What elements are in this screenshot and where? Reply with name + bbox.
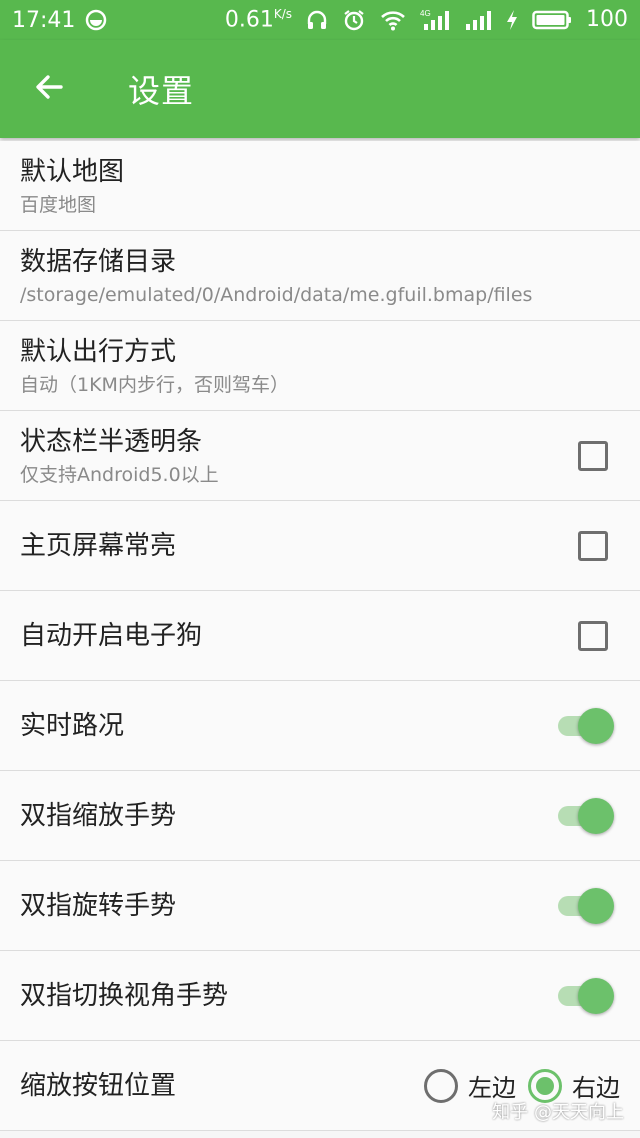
wifi-icon [380,9,406,31]
switch-thumb [578,977,614,1014]
setting-value: 百度地图 [20,193,97,216]
pinch-zoom-switch[interactable] [556,796,616,836]
setting-title: 主页屏幕常亮 [20,530,177,561]
switch-thumb [578,797,614,834]
translucent-status-bar-checkbox[interactable] [578,440,608,471]
setting-value: 自动（1KM内步行，否则驾车） [20,373,289,396]
back-button[interactable] [0,40,98,138]
setting-tilt-gesture[interactable]: 双指切换视角手势 [0,951,640,1041]
setting-title: 双指缩放手势 [20,800,177,831]
real-time-traffic-switch[interactable] [556,706,616,746]
watermark: 知乎 @天天向上 [492,1102,624,1123]
radio-selected-dot [536,1076,554,1095]
network-speed: 0.61K/s [224,7,292,33]
setting-title: 双指切换视角手势 [20,980,229,1011]
setting-title: 默认地图 [20,156,125,187]
setting-title: 自动开启电子狗 [20,620,203,651]
svg-text:4G: 4G [420,9,431,18]
arrow-left-icon [33,71,65,107]
setting-translucent-status-bar[interactable]: 状态栏半透明条 仅支持Android5.0以上 [0,411,640,501]
status-time: 17:41 [12,7,76,33]
switch-thumb [578,707,614,744]
setting-real-time-traffic[interactable]: 实时路况 [0,681,640,771]
settings-list: 默认地图 百度地图 数据存储目录 /storage/emulated/0/And… [0,141,640,1131]
status-bar: 17:41 0.61K/s 4G 100 [0,0,640,40]
headphones-icon [306,9,328,31]
radio-left[interactable] [424,1068,458,1103]
setting-title: 缩放按钮位置 [20,1070,177,1101]
setting-value: 仅支持Android5.0以上 [20,463,219,486]
app-notification-icon [85,9,107,31]
setting-title: 状态栏半透明条 [20,426,203,457]
setting-keep-screen-on[interactable]: 主页屏幕常亮 [0,501,640,591]
setting-title: 数据存储目录 [20,246,177,277]
cell-signal-icon [464,8,492,32]
setting-default-travel-mode[interactable]: 默认出行方式 自动（1KM内步行，否则驾车） [0,321,640,411]
switch-thumb [578,887,614,924]
rotate-gesture-switch[interactable] [556,886,616,926]
auto-speed-camera-checkbox[interactable] [578,620,608,651]
setting-value: /storage/emulated/0/Android/data/me.gfui… [20,283,533,306]
setting-auto-speed-camera[interactable]: 自动开启电子狗 [0,591,640,681]
setting-title: 默认出行方式 [20,336,177,367]
setting-title: 双指旋转手势 [20,890,177,921]
setting-rotate-gesture[interactable]: 双指旋转手势 [0,861,640,951]
setting-pinch-zoom-gesture[interactable]: 双指缩放手势 [0,771,640,861]
lightning-icon [506,9,518,31]
setting-storage-directory[interactable]: 数据存储目录 /storage/emulated/0/Android/data/… [0,231,640,321]
battery-level: 100 [586,7,628,33]
keep-screen-on-checkbox[interactable] [578,530,608,561]
setting-default-map[interactable]: 默认地图 百度地图 [0,141,640,231]
setting-title: 实时路况 [20,710,125,741]
cell-signal-4g-icon: 4G [420,8,450,32]
tilt-gesture-switch[interactable] [556,976,616,1016]
battery-icon [532,9,572,31]
app-bar: 设置 [0,40,640,138]
page-title: 设置 [128,72,195,110]
alarm-clock-icon [342,8,366,32]
